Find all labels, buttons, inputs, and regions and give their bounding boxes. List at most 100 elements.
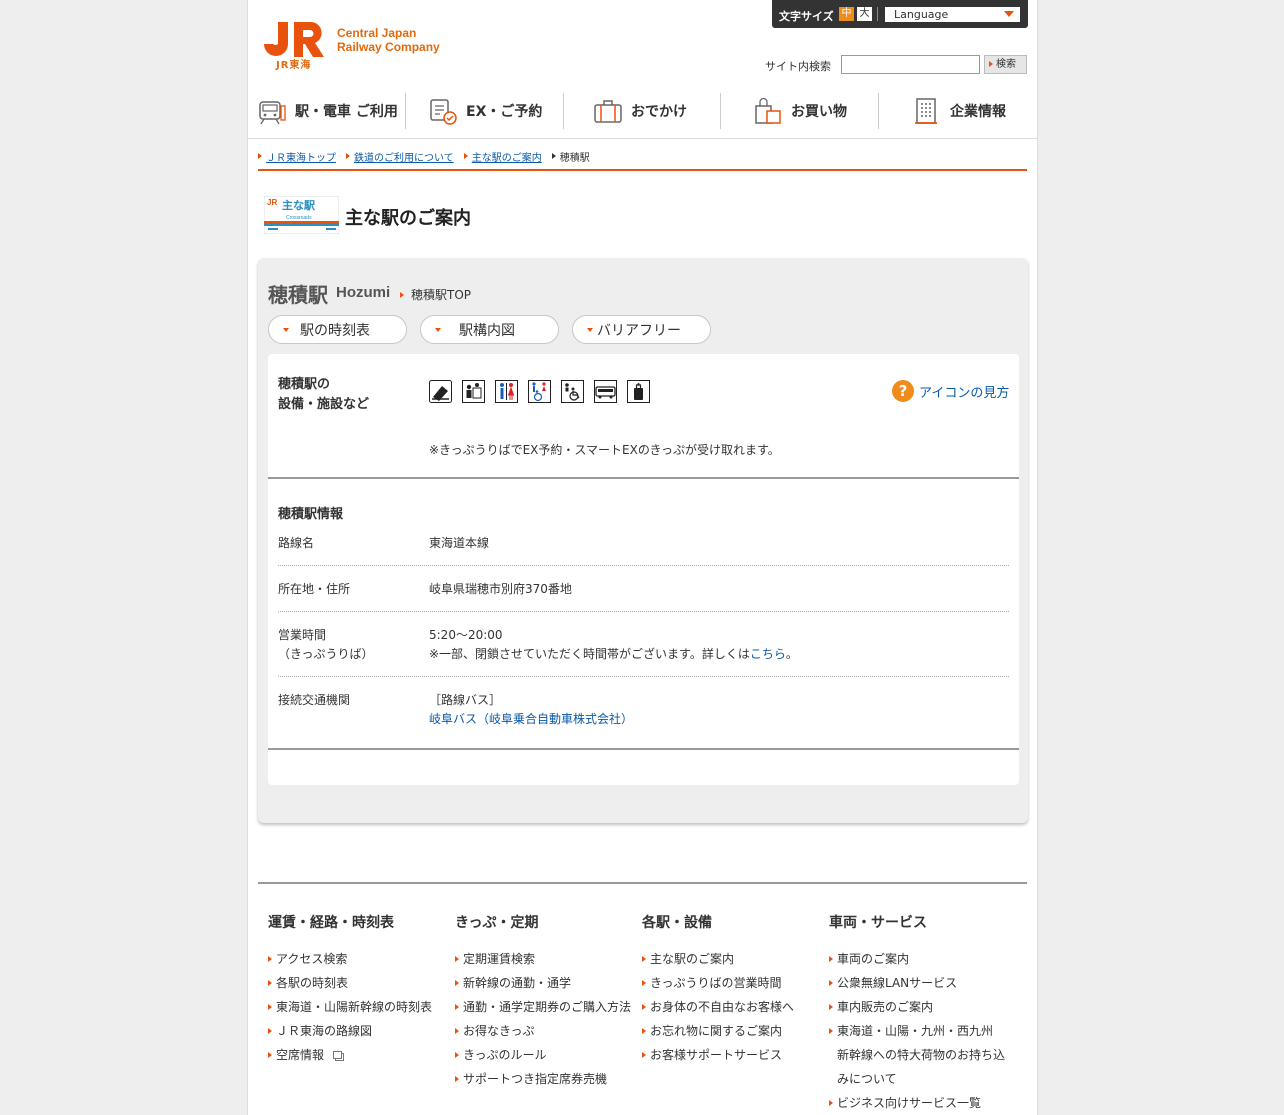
breadcrumb: ＪＲ東海トップ 鉄道のご利用について 主な駅のご案内 穂積駅 bbox=[258, 149, 600, 164]
station-info-heading: 穂積駅情報 bbox=[278, 507, 344, 522]
chevron-down-icon bbox=[587, 328, 593, 332]
footer-link[interactable]: サポートつき指定席券売機 bbox=[455, 1067, 641, 1091]
footer-link[interactable]: 車内販売のご案内 bbox=[829, 995, 1015, 1019]
breadcrumb-item: 主な駅のご案内 bbox=[463, 149, 542, 164]
tab-label: 駅構内図 bbox=[459, 322, 515, 339]
footer-column-title: 各駅・設備 bbox=[642, 915, 712, 931]
station-top-text: 穂積駅TOP bbox=[411, 288, 472, 302]
footer-link[interactable]: きっぷのルール bbox=[455, 1043, 641, 1067]
page: JR東海 Central Japan Railway Company 文字サイズ… bbox=[247, 0, 1038, 1115]
divider bbox=[258, 882, 1027, 884]
language-select-value: Language bbox=[894, 8, 949, 21]
gifu-bus-link[interactable]: 岐阜バス（岐阜乗合自動車株式会社） bbox=[429, 712, 633, 726]
footer-link-line: 東海道・山陽・九州・西九州 bbox=[837, 1024, 994, 1038]
breadcrumb-link-jr-top[interactable]: ＪＲ東海トップ bbox=[266, 149, 336, 164]
footer-link-seat-availability[interactable]: 空席情報 bbox=[268, 1043, 454, 1067]
language-select[interactable]: Language bbox=[885, 7, 1020, 22]
jr-central-logo[interactable]: JR東海 Central Japan Railway Company bbox=[264, 20, 464, 71]
gnav-item-shopping[interactable]: お買い物 bbox=[753, 91, 847, 131]
footer-link-line: 新幹線への特大荷物のお持ち込 bbox=[837, 1048, 1006, 1062]
info-key: 営業時間 （きっぷうりば） bbox=[278, 628, 374, 661]
arrow-right-icon bbox=[400, 291, 404, 298]
gnav-item-corporate[interactable]: 企業情報 bbox=[912, 91, 1006, 131]
badge-sub: Crossroads bbox=[286, 215, 312, 221]
hours-time: 5:20〜20:00 bbox=[429, 628, 503, 642]
station-top-label: 穂積駅TOP bbox=[400, 286, 471, 303]
tab-timetable[interactable]: 駅の時刻表 bbox=[268, 315, 407, 344]
site-search-input[interactable] bbox=[841, 55, 980, 74]
divider bbox=[877, 7, 878, 21]
footer-link[interactable]: 車両のご案内 bbox=[829, 947, 1015, 971]
gnav-label: 駅・電車 ご利用 bbox=[295, 104, 398, 120]
logo-subtext: JR東海 bbox=[276, 60, 312, 71]
wheelchair-icon[interactable] bbox=[561, 380, 584, 403]
hours-note: ※一部、閉鎖させていただく時間帯がございます。詳しくは bbox=[429, 647, 750, 661]
building-icon bbox=[915, 98, 937, 124]
footer-link[interactable]: ＪＲ東海の路線図 bbox=[268, 1019, 454, 1043]
global-nav: 駅・電車 ご利用 EX・ご予約 おでかけ お買い物 企業情報 bbox=[248, 91, 1038, 131]
footer-link[interactable]: 主な駅のご案内 bbox=[642, 947, 828, 971]
gnav-item-outing[interactable]: おでかけ bbox=[593, 91, 687, 131]
icon-legend-link[interactable]: ? アイコンの見方 bbox=[892, 380, 1009, 402]
footer-link[interactable]: 通勤・通学定期券のご購入方法 bbox=[455, 995, 641, 1019]
footer-link[interactable]: お得なきっぷ bbox=[455, 1019, 641, 1043]
bus-icon[interactable] bbox=[594, 380, 617, 403]
footer-link[interactable]: 新幹線の通勤・通学 bbox=[455, 971, 641, 995]
textsize-language-bar: 文字サイズ 中 大 Language bbox=[772, 0, 1028, 28]
hours-tail: 。 bbox=[785, 647, 798, 661]
tab-station-map[interactable]: 駅構内図 bbox=[420, 315, 559, 344]
page-title: 主な駅のご案内 bbox=[345, 208, 471, 229]
footer-link[interactable]: ビジネス向けサービス一覧 bbox=[829, 1091, 1015, 1115]
gnav-item-ex-reservation[interactable]: EX・ご予約 bbox=[428, 91, 542, 131]
footer-link[interactable]: お忘れ物に関するご案内 bbox=[642, 1019, 828, 1043]
textsize-large-button[interactable]: 大 bbox=[857, 7, 872, 21]
question-icon: ? bbox=[892, 380, 914, 402]
shopping-bag-icon bbox=[755, 97, 781, 124]
hours-detail-link[interactable]: こちら bbox=[750, 647, 786, 661]
breadcrumb-item: 穂積駅 bbox=[551, 149, 590, 164]
footer-column-title: きっぷ・定期 bbox=[455, 915, 539, 931]
gnav-label: EX・ご予約 bbox=[466, 104, 543, 120]
train-icon bbox=[259, 101, 286, 125]
breadcrumb-link-stations[interactable]: 主な駅のご案内 bbox=[472, 149, 542, 164]
divider bbox=[268, 477, 1019, 479]
footer-link[interactable]: 東海道・山陽新幹線の時刻表 bbox=[268, 995, 454, 1019]
ticket-counter-icon[interactable] bbox=[462, 380, 485, 403]
multipurpose-toilet-icon[interactable] bbox=[528, 380, 551, 403]
station-panel: 穂積駅 Hozumi 穂積駅TOP 駅の時刻表 駅構内図 バリアフリー 穂積駅の… bbox=[258, 258, 1028, 823]
facilities-note: ※きっぷうりばでEX予約・スマートEXのきっぷが受け取れます。 bbox=[429, 443, 780, 457]
logo-text: Central Japan Railway Company bbox=[337, 26, 440, 54]
ticket-office-icon[interactable] bbox=[429, 380, 452, 403]
reservation-icon bbox=[430, 99, 457, 125]
arrow-right-icon bbox=[551, 153, 556, 159]
footer-link-label: 空席情報 bbox=[276, 1048, 325, 1062]
station-info-card: 穂積駅の 設備・施設など ? アイコンの見方 ※きっぷうりばでEX予約・スマート… bbox=[268, 354, 1019, 785]
footer-column-fares: 運賃・経路・時刻表 アクセス検索 各駅の時刻表 東海道・山陽新幹線の時刻表 ＪＲ… bbox=[268, 912, 454, 1067]
footer-link[interactable]: お客様サポートサービス bbox=[642, 1043, 828, 1067]
icon-legend-label: アイコンの見方 bbox=[919, 385, 1010, 401]
tab-barrier-free[interactable]: バリアフリー bbox=[572, 315, 711, 344]
toilet-icon[interactable] bbox=[495, 380, 518, 403]
footer-column-stations: 各駅・設備 主な駅のご案内 きっぷうりばの営業時間 お身体の不自由なお客様へ お… bbox=[642, 912, 828, 1067]
divider bbox=[405, 93, 406, 129]
external-window-icon bbox=[333, 1051, 343, 1059]
divider bbox=[268, 748, 1019, 750]
footer-link[interactable]: 定期運賃検索 bbox=[455, 947, 641, 971]
facility-icons bbox=[429, 380, 660, 403]
footer-link[interactable]: お身体の不自由なお客様へ bbox=[642, 995, 828, 1019]
footer-link[interactable]: 各駅の時刻表 bbox=[268, 971, 454, 995]
footer-link-oversized-baggage[interactable]: 東海道・山陽・九州・西九州 新幹線への特大荷物のお持ち込 みについて bbox=[829, 1019, 1015, 1091]
footer-link-line: みについて bbox=[837, 1072, 897, 1086]
footer-link[interactable]: アクセス検索 bbox=[268, 947, 454, 971]
chevron-down-icon bbox=[1004, 11, 1014, 17]
textsize-medium-button[interactable]: 中 bbox=[839, 7, 854, 21]
gnav-item-station-train[interactable]: 駅・電車 ご利用 bbox=[257, 91, 398, 131]
breadcrumb-link-railway[interactable]: 鉄道のご利用について bbox=[354, 149, 454, 164]
facilities-label: 穂積駅の 設備・施設など bbox=[278, 377, 370, 412]
footer-link[interactable]: 公衆無線LANサービス bbox=[829, 971, 1015, 995]
footer-link[interactable]: きっぷうりばの営業時間 bbox=[642, 971, 828, 995]
site-search-button[interactable]: 検索 bbox=[984, 55, 1027, 74]
info-key: 接続交通機関 bbox=[278, 693, 351, 707]
footer-column-services: 車両・サービス 車両のご案内 公衆無線LANサービス 車内販売のご案内 東海道・… bbox=[829, 912, 1015, 1115]
coin-locker-icon[interactable] bbox=[627, 380, 650, 403]
